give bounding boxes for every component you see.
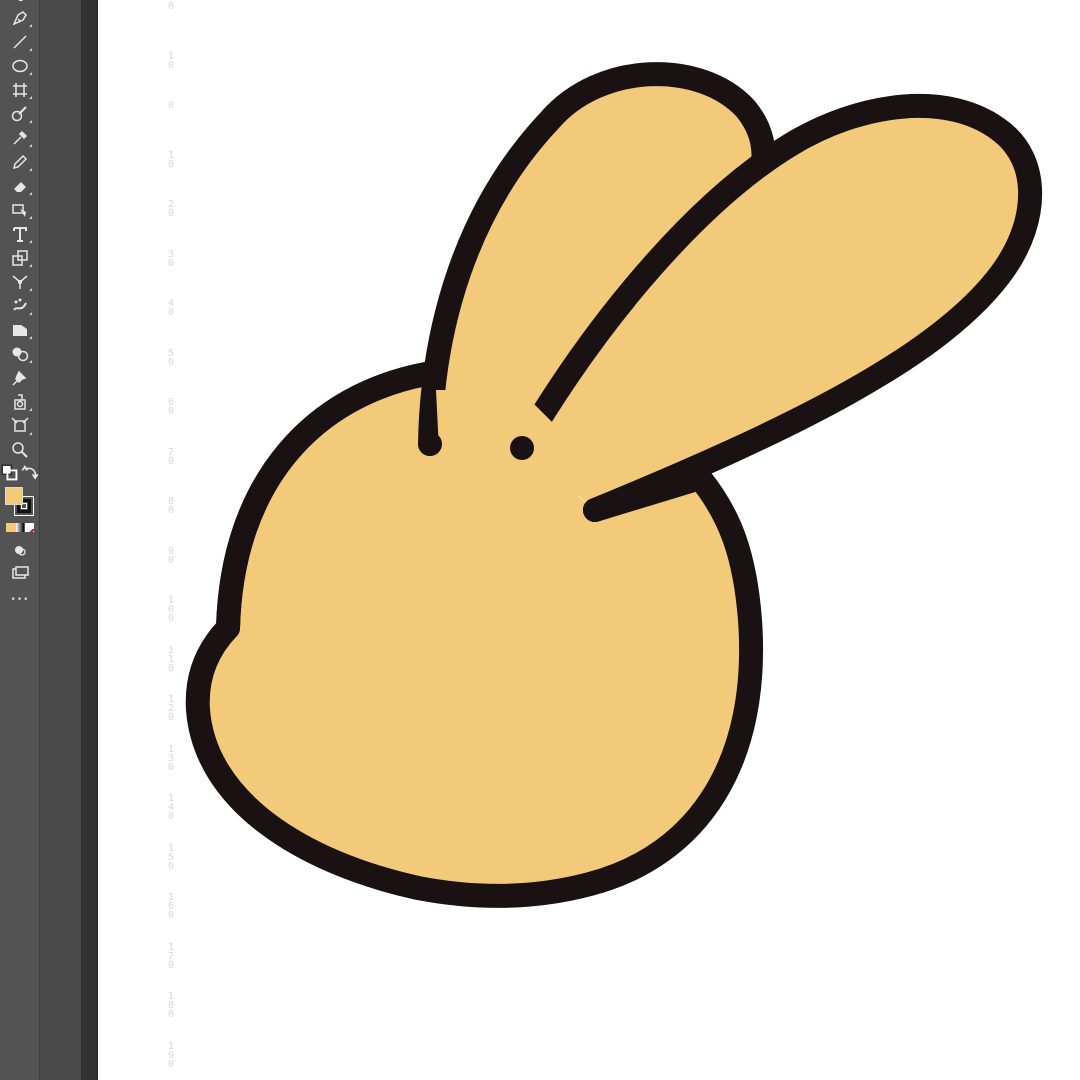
fill-color-swatch[interactable]: [5, 487, 23, 505]
canvas-artwork: [185, 62, 1042, 908]
ear-front-end-cap: [510, 436, 534, 460]
ear-front-base-cap: [583, 498, 607, 522]
ear-back-end-cap: [418, 432, 442, 456]
